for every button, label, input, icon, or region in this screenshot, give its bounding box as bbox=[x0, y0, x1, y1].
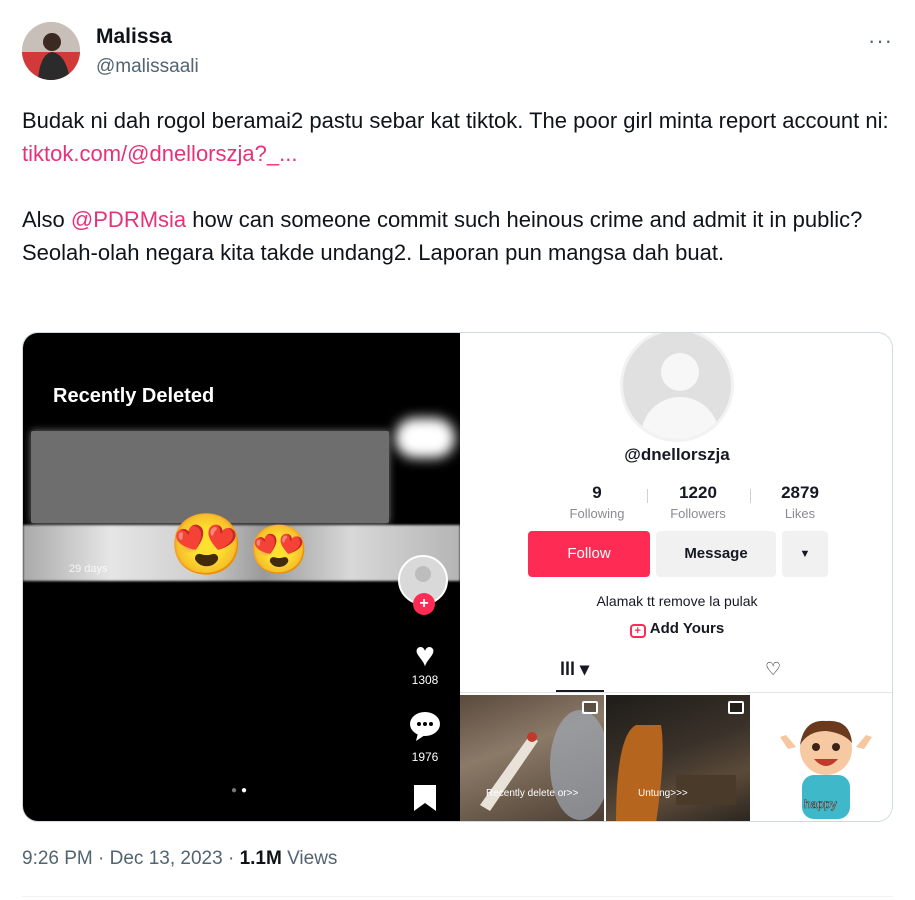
video-thumbnail-3: happy bbox=[752, 695, 892, 821]
stat-value: 1220 bbox=[679, 483, 717, 502]
stat-followers: 1220 Followers bbox=[648, 483, 748, 521]
thumbnail-caption-2: Untung>>> bbox=[638, 788, 688, 799]
views-count: 1.1M bbox=[239, 848, 282, 869]
heart-eyes-emoji: 😍 bbox=[169, 511, 244, 578]
add-yours-icon: + bbox=[629, 624, 646, 638]
blur-blob bbox=[395, 418, 455, 458]
save-count: 866 bbox=[403, 820, 447, 821]
bookmark-icon bbox=[403, 783, 447, 820]
author-avatar[interactable] bbox=[22, 22, 80, 80]
stat-value: 2879 bbox=[781, 483, 819, 502]
stat-label: Following bbox=[569, 506, 625, 521]
photo-icon bbox=[728, 701, 744, 714]
more-options-icon[interactable]: ··· bbox=[868, 28, 893, 54]
tweet-text: Budak ni dah rogol beramai2 pastu sebar … bbox=[22, 104, 892, 302]
stat-label: Likes bbox=[784, 506, 816, 521]
tweet-line2-prefix: Also bbox=[22, 207, 71, 232]
tweet-timestamp[interactable]: 9:26 PM · Dec 13, 2023 · bbox=[22, 848, 240, 869]
author-handle[interactable]: @malissaali bbox=[96, 56, 199, 78]
mention-link[interactable]: @PDRMsia bbox=[71, 207, 186, 232]
tab-divider bbox=[460, 692, 892, 693]
like-count: 1308 bbox=[411, 673, 439, 687]
stat-likes: 2879 Likes bbox=[750, 483, 850, 521]
tiktok-link[interactable]: tiktok.com/@dnellorszja?_... bbox=[22, 141, 297, 166]
media-image-left[interactable]: Recently Deleted 29 days 😍 😍 + ♥ 1308 19… bbox=[23, 333, 460, 821]
tweet-paragraph-2: Also @PDRMsia how can someone commit suc… bbox=[22, 203, 892, 269]
follow-plus-icon[interactable]: + bbox=[413, 593, 435, 615]
tweet-meta: 9:26 PM · Dec 13, 2023 · 1.1M Views bbox=[22, 848, 337, 870]
carousel-dots: ●● bbox=[231, 785, 252, 796]
tweet-paragraph-1: Budak ni dah rogol beramai2 pastu sebar … bbox=[22, 104, 892, 170]
like-button[interactable]: ♥ 1308 bbox=[403, 637, 447, 687]
stat-label: Followers bbox=[670, 506, 726, 521]
stat-value: 9 bbox=[592, 483, 602, 502]
add-yours-label: Add Yours bbox=[649, 620, 725, 637]
profile-avatar bbox=[620, 333, 734, 442]
views-label: Views bbox=[281, 848, 338, 869]
divider bbox=[22, 896, 893, 897]
media-image-right[interactable]: @dnellorszja 9 Following 1220 Followers … bbox=[460, 333, 892, 821]
comment-button[interactable]: 1976 bbox=[403, 709, 447, 764]
message-button: Message bbox=[656, 531, 776, 577]
comment-icon bbox=[403, 709, 447, 750]
video-thumbnail-2: Untung>>> bbox=[606, 695, 750, 821]
photo-icon bbox=[582, 701, 598, 714]
profile-username: @dnellorszja bbox=[624, 445, 730, 464]
blur-days-label: 29 days bbox=[69, 563, 108, 575]
recently-deleted-title: Recently Deleted bbox=[53, 385, 215, 407]
thumbnail-caption-3: happy bbox=[804, 797, 837, 812]
heart-eyes-emoji-2: 😍 bbox=[249, 524, 309, 577]
thumbnail-caption-1: Recently delete or>> bbox=[486, 788, 579, 799]
videos-tab: lll ▾ bbox=[560, 659, 590, 679]
author-name[interactable]: Malissa bbox=[96, 25, 172, 49]
tweet-media[interactable]: Recently Deleted 29 days 😍 😍 + ♥ 1308 19… bbox=[22, 332, 893, 822]
tweet-line1-text: Budak ni dah rogol beramai2 pastu sebar … bbox=[22, 108, 889, 133]
censor-block bbox=[31, 431, 389, 523]
stat-following: 9 Following bbox=[547, 483, 647, 521]
follow-button: Follow bbox=[528, 531, 650, 577]
heart-icon: ♥ bbox=[414, 636, 436, 674]
dropdown-icon: ▼ bbox=[782, 531, 828, 577]
add-yours: + Add Yours bbox=[460, 620, 892, 638]
liked-tab-icon: ♡ bbox=[765, 659, 782, 679]
video-thumbnail-1: Recently delete or>> bbox=[460, 695, 604, 821]
save-button[interactable]: 866 bbox=[403, 783, 447, 821]
comment-count: 1976 bbox=[411, 750, 439, 764]
profile-bio: Alamak tt remove la pulak bbox=[596, 593, 758, 609]
